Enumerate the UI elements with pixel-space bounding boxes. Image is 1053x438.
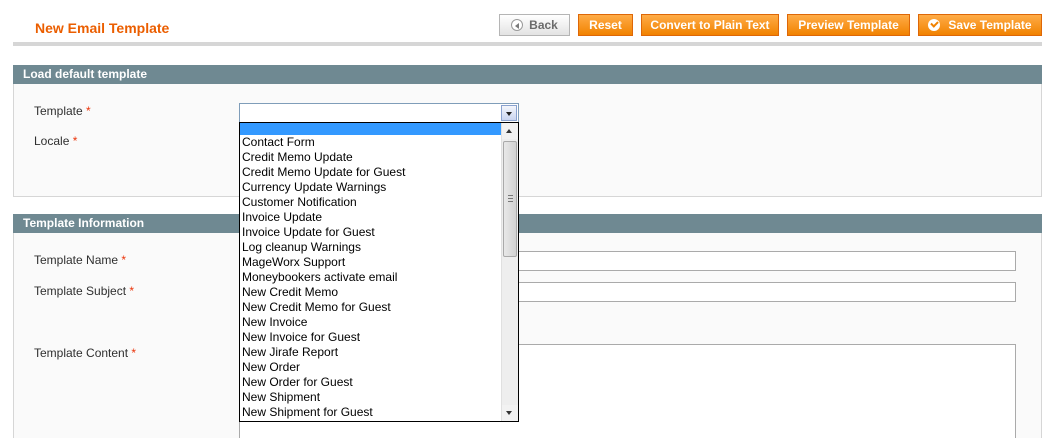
template-label: Template * [34,104,91,118]
back-arrow-icon [511,19,524,31]
preview-template-button[interactable]: Preview Template [787,14,910,36]
option-new-credit-memo[interactable]: New Credit Memo [240,285,502,300]
template-content-label: Template Content * [34,346,136,360]
template-subject-label-text: Template Subject [34,284,127,298]
checkmark-icon [928,19,941,31]
locale-label-text: Locale [34,134,70,148]
back-button[interactable]: Back [499,14,570,36]
option-credit-memo-update[interactable]: Credit Memo Update [240,150,502,165]
back-button-label: Back [529,18,558,32]
template-label-text: Template [34,104,83,118]
option-new-jirafe-report[interactable]: New Jirafe Report [240,345,502,360]
required-mark: * [129,284,135,298]
required-mark: * [72,134,78,148]
page-title: New Email Template [35,20,170,36]
load-default-template-fieldset [13,84,1042,197]
grip-icon [508,195,513,202]
dropdown-scrollbar[interactable] [501,123,518,421]
save-template-button[interactable]: Save Template [918,14,1042,36]
option-invoice-update[interactable]: Invoice Update [240,210,502,225]
template-content-label-text: Template Content [34,346,129,360]
template-select[interactable] [239,103,519,123]
reset-button[interactable]: Reset [578,14,633,36]
template-dropdown-list[interactable]: Contact Form Credit Memo Update Credit M… [239,122,519,422]
required-mark: * [121,253,127,267]
option-log-cleanup-warnings[interactable]: Log cleanup Warnings [240,240,502,255]
scroll-down-arrow-icon[interactable] [502,405,518,421]
required-mark: * [131,346,137,360]
load-default-template-header: Load default template [13,65,1042,84]
scrollbar-thumb[interactable] [503,141,517,257]
option-new-invoice[interactable]: New Invoice [240,315,502,330]
required-mark: * [86,104,91,118]
scroll-up-arrow-icon[interactable] [502,123,518,139]
option-new-invoice-guest[interactable]: New Invoice for Guest [240,330,502,345]
option-contact-form[interactable]: Contact Form [240,135,502,150]
chevron-down-icon[interactable] [501,105,517,121]
template-information-header: Template Information [13,214,1042,233]
convert-to-plain-text-button[interactable]: Convert to Plain Text [641,14,779,36]
option-new-order-guest[interactable]: New Order for Guest [240,375,502,390]
save-button-label: Save Template [948,18,1032,32]
option-new-credit-memo-guest[interactable]: New Credit Memo for Guest [240,300,502,315]
option-blank[interactable] [240,123,502,135]
option-mageworx-support[interactable]: MageWorx Support [240,255,502,270]
option-customer-notification[interactable]: Customer Notification [240,195,502,210]
locale-label: Locale * [34,134,77,148]
template-subject-label: Template Subject * [34,284,134,298]
option-new-shipment[interactable]: New Shipment [240,390,502,405]
template-name-label-text: Template Name [34,253,119,267]
option-moneybookers-activate[interactable]: Moneybookers activate email [240,270,502,285]
template-options: Contact Form Credit Memo Update Credit M… [240,123,502,420]
header-divider [13,42,1042,46]
option-credit-memo-update-guest[interactable]: Credit Memo Update for Guest [240,165,502,180]
option-new-shipment-guest[interactable]: New Shipment for Guest [240,405,502,420]
option-currency-update-warnings[interactable]: Currency Update Warnings [240,180,502,195]
template-name-label: Template Name * [34,253,126,267]
option-new-order[interactable]: New Order [240,360,502,375]
option-invoice-update-guest[interactable]: Invoice Update for Guest [240,225,502,240]
